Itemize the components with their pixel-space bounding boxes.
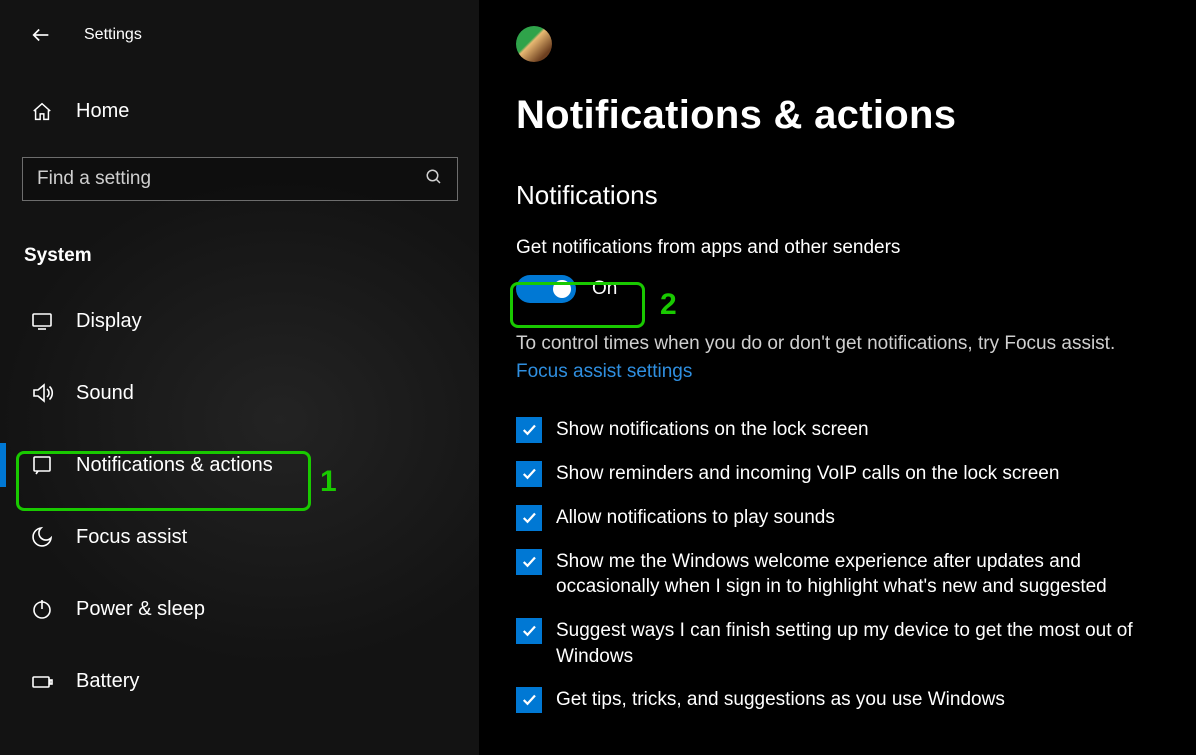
checkbox-lock-screen[interactable] [516, 417, 542, 443]
check-row: Show notifications on the lock screen [516, 417, 1176, 443]
check-label: Show me the Windows welcome experience a… [556, 549, 1176, 600]
sound-icon [30, 381, 54, 405]
sidebar-item-label: Power & sleep [76, 598, 205, 621]
sidebar-item-battery[interactable]: Battery [0, 645, 480, 717]
check-label: Suggest ways I can finish setting up my … [556, 618, 1176, 669]
focus-assist-hint: To control times when you do or don't ge… [516, 331, 1176, 357]
sidebar-item-sound[interactable]: Sound [0, 357, 480, 429]
battery-icon [30, 669, 54, 693]
check-row: Show me the Windows welcome experience a… [516, 549, 1176, 600]
back-button[interactable] [26, 20, 56, 50]
sidebar-item-label: Notifications & actions [76, 454, 273, 477]
sidebar-item-label: Focus assist [76, 526, 187, 549]
user-avatar [516, 26, 552, 62]
moon-icon [30, 525, 54, 549]
checkbox-tips-tricks[interactable] [516, 687, 542, 713]
search-input[interactable] [37, 168, 425, 190]
check-row: Suggest ways I can finish setting up my … [516, 618, 1176, 669]
check-row: Get tips, tricks, and suggestions as you… [516, 687, 1176, 713]
check-label: Show reminders and incoming VoIP calls o… [556, 461, 1059, 487]
checkbox-reminders-voip[interactable] [516, 461, 542, 487]
power-icon [30, 597, 54, 621]
toggle-state-label: On [592, 278, 617, 300]
sidebar-item-label: Display [76, 310, 142, 333]
notifications-toggle[interactable] [516, 275, 576, 303]
search-icon [425, 168, 443, 191]
sidebar-item-display[interactable]: Display [0, 285, 480, 357]
home-label: Home [76, 100, 129, 123]
sidebar-item-power-sleep[interactable]: Power & sleep [0, 573, 480, 645]
section-title: Notifications [516, 180, 1176, 211]
sidebar-item-focus-assist[interactable]: Focus assist [0, 501, 480, 573]
focus-assist-link[interactable]: Focus assist settings [516, 361, 692, 383]
checkbox-suggest-setup[interactable] [516, 618, 542, 644]
page-title: Notifications & actions [516, 93, 1176, 138]
sidebar-item-label: Sound [76, 382, 134, 405]
check-label: Allow notifications to play sounds [556, 505, 835, 531]
app-title: Settings [84, 26, 142, 44]
toggle-knob [553, 280, 571, 298]
home-nav[interactable]: Home [0, 60, 480, 143]
get-notifications-label: Get notifications from apps and other se… [516, 237, 1176, 259]
section-label: System [0, 215, 480, 285]
check-label: Show notifications on the lock screen [556, 417, 869, 443]
notifications-icon [30, 453, 54, 477]
display-icon [30, 309, 54, 333]
check-row: Show reminders and incoming VoIP calls o… [516, 461, 1176, 487]
back-arrow-icon [30, 24, 52, 46]
check-label: Get tips, tricks, and suggestions as you… [556, 687, 1005, 713]
sidebar-item-notifications[interactable]: Notifications & actions [0, 429, 480, 501]
search-box[interactable] [22, 157, 458, 201]
checkbox-welcome-experience[interactable] [516, 549, 542, 575]
sidebar-item-label: Battery [76, 670, 139, 693]
home-icon [30, 101, 54, 123]
checkbox-sounds[interactable] [516, 505, 542, 531]
check-row: Allow notifications to play sounds [516, 505, 1176, 531]
